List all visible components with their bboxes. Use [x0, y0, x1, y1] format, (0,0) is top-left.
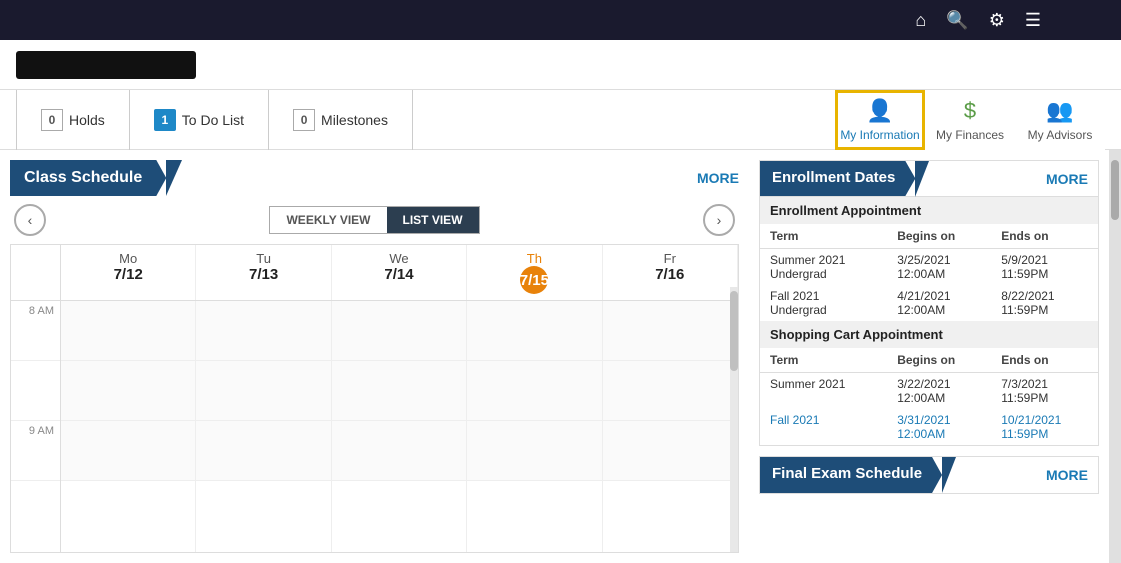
shopping-row-1: Summer 2021 3/22/202112:00AM 7/3/202111:… [760, 373, 1098, 410]
shopping-ends-1: 7/3/202111:59PM [991, 373, 1098, 410]
time-slot-blank [11, 361, 60, 421]
shopping-cart-header: Shopping Cart Appointment [760, 321, 1098, 348]
my-finances-label: My Finances [936, 128, 1004, 142]
my-advisors-tab[interactable]: 👥 My Advisors [1015, 90, 1105, 150]
todo-label: To Do List [182, 112, 244, 128]
enrollment-col-headers: Term Begins on Ends on [760, 224, 1098, 249]
my-information-tab[interactable]: 👤 My Information [835, 90, 925, 150]
class-schedule-title: Class Schedule [24, 169, 142, 187]
enroll-term-2: Fall 2021Undergrad [760, 285, 887, 321]
holds-nav-item[interactable]: 0 Holds [16, 90, 130, 150]
my-finances-tab[interactable]: $ My Finances [925, 90, 1015, 150]
final-exam-title: Final Exam Schedule [760, 457, 942, 493]
enrollment-row-1: Summer 2021Undergrad 3/25/202112:00AM 5/… [760, 249, 1098, 286]
day-header-th: Th 7/15 [467, 245, 602, 300]
header-strip [0, 40, 1121, 90]
day-header-mo: Mo 7/12 [61, 245, 196, 300]
enrollment-dates-title: Enrollment Dates [760, 161, 915, 196]
person-icon: 👤 [866, 98, 893, 124]
search-icon[interactable]: 🔍 [946, 10, 968, 31]
view-toggle-buttons: WEEKLY VIEW LIST VIEW [269, 206, 479, 234]
shopping-term-2[interactable]: Fall 2021 [760, 409, 887, 445]
enrollment-dates-section: Enrollment Dates MORE Enrollment Appoint… [759, 160, 1099, 446]
next-week-button[interactable]: › [703, 204, 735, 236]
day-header-we: We 7/14 [332, 245, 467, 300]
enroll-ends-1: 5/9/202111:59PM [991, 249, 1098, 286]
todo-nav-item[interactable]: 1 To Do List [130, 90, 269, 150]
scrollbar-thumb [1111, 160, 1119, 220]
final-exam-more-link[interactable]: MORE [1046, 457, 1088, 493]
nav-tabs-right: 👤 My Information $ My Finances 👥 My Advi… [835, 90, 1105, 150]
shopping-row-2: Fall 2021 3/31/202112:00AM 10/21/202111:… [760, 409, 1098, 445]
day-col-tu [196, 301, 331, 553]
calendar-header: Mo 7/12 Tu 7/13 We 7/14 Th 7/15 [11, 245, 738, 301]
enroll-term-1: Summer 2021Undergrad [760, 249, 887, 286]
class-schedule-header-row: Class Schedule MORE [10, 160, 739, 196]
enroll-begins-1: 3/25/202112:00AM [887, 249, 991, 286]
logo [16, 51, 196, 79]
main-wrapper: 0 Holds 1 To Do List 0 Milestones 👤 My I… [0, 40, 1121, 563]
day-header-tu: Tu 7/13 [196, 245, 331, 300]
milestones-badge: 0 [293, 109, 315, 131]
class-schedule-header: Class Schedule [10, 160, 166, 196]
right-panel: Enrollment Dates MORE Enrollment Appoint… [749, 150, 1109, 563]
calendar-grid: Mo 7/12 Tu 7/13 We 7/14 Th 7/15 [10, 244, 739, 553]
enrollment-more-link[interactable]: MORE [1046, 161, 1088, 196]
day-col-th [467, 301, 602, 553]
enrollment-appointment-header: Enrollment Appointment [760, 197, 1098, 224]
nav-tabs-row: 0 Holds 1 To Do List 0 Milestones 👤 My I… [0, 90, 1121, 150]
settings-icon[interactable]: ⚙ [989, 10, 1005, 31]
final-exam-section: Final Exam Schedule MORE [759, 456, 1099, 494]
time-slot-8am: 8 AM [11, 301, 60, 361]
enrollment-row-2: Fall 2021Undergrad 4/21/202112:00AM 8/22… [760, 285, 1098, 321]
milestones-nav-item[interactable]: 0 Milestones [269, 90, 413, 150]
weekly-view-button[interactable]: WEEKLY VIEW [270, 207, 386, 233]
my-advisors-label: My Advisors [1028, 128, 1093, 142]
prev-week-button[interactable]: ‹ [14, 204, 46, 236]
day-col-mo [61, 301, 196, 553]
todo-badge: 1 [154, 109, 176, 131]
list-view-button[interactable]: LIST VIEW [387, 207, 479, 233]
time-slot-9am: 9 AM [11, 421, 60, 481]
my-information-label: My Information [840, 128, 919, 142]
enroll-ends-2: 8/22/202111:59PM [991, 285, 1098, 321]
day-col-we [332, 301, 467, 553]
menu-icon[interactable]: ☰ [1025, 10, 1041, 31]
shopping-begins-2: 3/31/202112:00AM [887, 409, 991, 445]
view-toggle-row: ‹ WEEKLY VIEW LIST VIEW › [10, 204, 739, 236]
shopping-ends-2: 10/21/202111:59PM [991, 409, 1098, 445]
shopping-term-1: Summer 2021 [760, 373, 887, 410]
dollar-icon: $ [964, 98, 976, 124]
shopping-begins-1: 3/22/202112:00AM [887, 373, 991, 410]
content-area: Class Schedule MORE ‹ WEEKLY VIEW LIST V… [0, 150, 1121, 563]
nav-tabs-left: 0 Holds 1 To Do List 0 Milestones [16, 90, 413, 150]
holds-label: Holds [69, 112, 105, 128]
shopping-col-headers: Term Begins on Ends on [760, 348, 1098, 373]
milestones-label: Milestones [321, 112, 388, 128]
advisors-icon: 👥 [1046, 98, 1073, 124]
day-col-fr [603, 301, 738, 553]
class-schedule-more-link[interactable]: MORE [697, 170, 739, 186]
enroll-begins-2: 4/21/202112:00AM [887, 285, 991, 321]
enrollment-table: Enrollment Appointment Term Begins on En… [760, 197, 1098, 445]
top-nav: ⌂ 🔍 ⚙ ☰ [0, 0, 1121, 40]
left-panel: Class Schedule MORE ‹ WEEKLY VIEW LIST V… [0, 150, 749, 563]
holds-badge: 0 [41, 109, 63, 131]
day-header-fr: Fr 7/16 [603, 245, 738, 300]
outer-scrollbar[interactable] [1109, 150, 1121, 563]
calendar-body: 8 AM 9 AM [11, 301, 738, 553]
time-col: 8 AM 9 AM [11, 301, 61, 553]
home-icon[interactable]: ⌂ [915, 10, 926, 31]
